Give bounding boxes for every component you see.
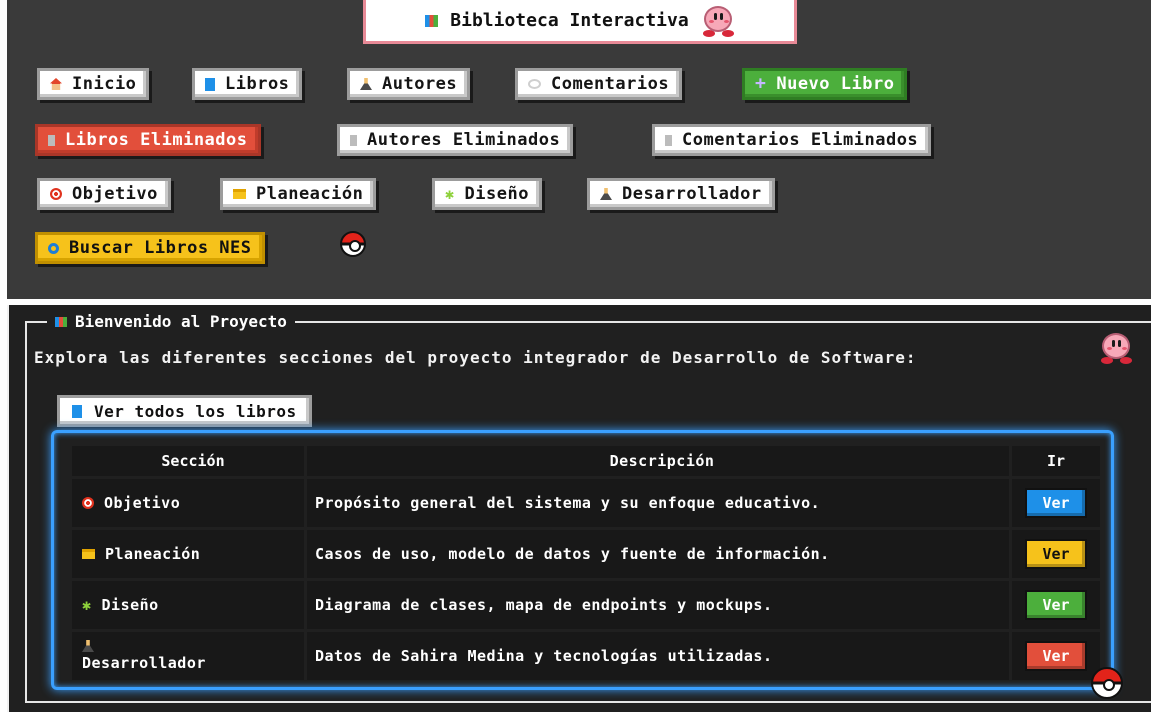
welcome-intro: Explora las diferentes secciones del pro… [34, 348, 917, 367]
kirby-icon [1099, 331, 1133, 365]
section-name: Diseño [101, 596, 159, 614]
nav-comentarios-button[interactable]: Comentarios [515, 68, 683, 100]
person-icon [600, 188, 612, 200]
kirby-icon [701, 4, 735, 38]
trash-icon [350, 134, 357, 146]
section-description: Casos de uso, modelo de datos y fuente d… [307, 530, 1009, 578]
nav-buscar-libros-label: Buscar Libros NES [69, 238, 252, 258]
sections-table: Sección Descripción Ir Objetivo Propósit… [69, 443, 1103, 683]
nav-comentarios-eliminados-button[interactable]: Comentarios Eliminados [652, 124, 932, 156]
section-name: Objetivo [104, 494, 181, 512]
nav-comentarios-eliminados-label: Comentarios Eliminados [682, 130, 919, 150]
gear-icon: ✱ [82, 595, 92, 614]
person-icon [82, 640, 94, 652]
folder-icon [233, 189, 246, 199]
gear-icon: ✱ [445, 184, 455, 203]
nav-planeacion-label: Planeación [256, 184, 364, 204]
welcome-panel: Bienvenido al Proyecto Explora las difer… [7, 305, 1151, 712]
table-row: ✱ Diseño Diagrama de clases, mapa de end… [72, 581, 1100, 629]
nav-libros-eliminados-button[interactable]: Libros Eliminados [35, 124, 261, 156]
nav-desarrollador-button[interactable]: Desarrollador [587, 178, 775, 210]
table-header-row: Sección Descripción Ir [72, 446, 1100, 476]
pokeball-icon [340, 231, 366, 257]
books-icon [425, 14, 439, 27]
trash-icon [48, 134, 55, 146]
section-cell: Objetivo [82, 494, 304, 512]
ver-objetivo-button[interactable]: Ver [1025, 488, 1087, 518]
nav-objetivo-label: Objetivo [72, 184, 158, 204]
nav-objetivo-button[interactable]: Objetivo [37, 178, 171, 210]
nav-libros-label: Libros [225, 74, 290, 94]
nav-autores-button[interactable]: Autores [347, 68, 471, 100]
table-row: Objetivo Propósito general del sistema y… [72, 479, 1100, 527]
sections-table-box: Sección Descripción Ir Objetivo Propósit… [51, 430, 1114, 690]
table-row: Planeación Casos de uso, modelo de datos… [72, 530, 1100, 578]
nav-autores-label: Autores [382, 74, 458, 94]
speech-bubble-icon [528, 79, 541, 89]
top-navigation-panel: Biblioteca Interactiva Inicio Libros Aut… [7, 0, 1151, 299]
section-name: Desarrollador [82, 654, 206, 672]
trash-icon [665, 134, 672, 146]
nav-autores-eliminados-button[interactable]: Autores Eliminados [337, 124, 574, 156]
plus-icon: + [755, 73, 767, 94]
ver-diseno-button[interactable]: Ver [1025, 590, 1087, 620]
pokeball-icon [1091, 667, 1123, 699]
welcome-legend-text: Bienvenido al Proyecto [75, 312, 287, 331]
header-ir: Ir [1012, 446, 1100, 476]
header-descripcion: Descripción [307, 446, 1009, 476]
section-description: Diagrama de clases, mapa de endpoints y … [307, 581, 1009, 629]
section-cell: Planeación [82, 545, 304, 563]
nav-comentarios-label: Comentarios [551, 74, 670, 94]
nav-nuevo-libro-button[interactable]: + Nuevo Libro [742, 68, 908, 100]
nav-inicio-button[interactable]: Inicio [37, 68, 150, 100]
section-name: Planeación [105, 545, 201, 563]
nav-diseno-button[interactable]: ✱ Diseño [432, 178, 542, 210]
nav-buscar-libros-button[interactable]: Buscar Libros NES [35, 232, 265, 264]
header-seccion: Sección [72, 446, 304, 476]
house-icon [50, 78, 62, 90]
welcome-legend: Bienvenido al Proyecto [47, 312, 295, 331]
app-title: Biblioteca Interactiva [450, 10, 689, 31]
folder-icon [82, 549, 95, 559]
view-all-books-label: Ver todos los libros [94, 401, 297, 421]
nav-nuevo-libro-label: Nuevo Libro [776, 74, 895, 94]
person-icon [360, 78, 372, 90]
search-icon [48, 242, 59, 254]
nav-desarrollador-label: Desarrollador [622, 184, 762, 204]
app-title-box: Biblioteca Interactiva [363, 0, 797, 44]
book-icon [72, 404, 82, 418]
section-description: Propósito general del sistema y su enfoq… [307, 479, 1009, 527]
table-row: Desarrollador Datos de Sahira Medina y t… [72, 632, 1100, 680]
target-icon [50, 188, 62, 200]
book-icon [205, 77, 215, 91]
nav-diseno-label: Diseño [464, 184, 529, 204]
view-all-books-button[interactable]: Ver todos los libros [57, 395, 312, 427]
nav-libros-button[interactable]: Libros [192, 68, 303, 100]
books-icon [55, 316, 67, 327]
nav-inicio-label: Inicio [72, 74, 137, 94]
section-cell: Desarrollador [82, 640, 304, 672]
ver-desarrollador-button[interactable]: Ver [1025, 641, 1087, 671]
section-cell: ✱ Diseño [82, 596, 304, 614]
ver-planeacion-button[interactable]: Ver [1025, 539, 1087, 569]
nav-planeacion-button[interactable]: Planeación [220, 178, 377, 210]
target-icon [82, 497, 94, 509]
nav-libros-eliminados-label: Libros Eliminados [65, 130, 248, 150]
section-description: Datos de Sahira Medina y tecnologías uti… [307, 632, 1009, 680]
nav-autores-eliminados-label: Autores Eliminados [367, 130, 561, 150]
